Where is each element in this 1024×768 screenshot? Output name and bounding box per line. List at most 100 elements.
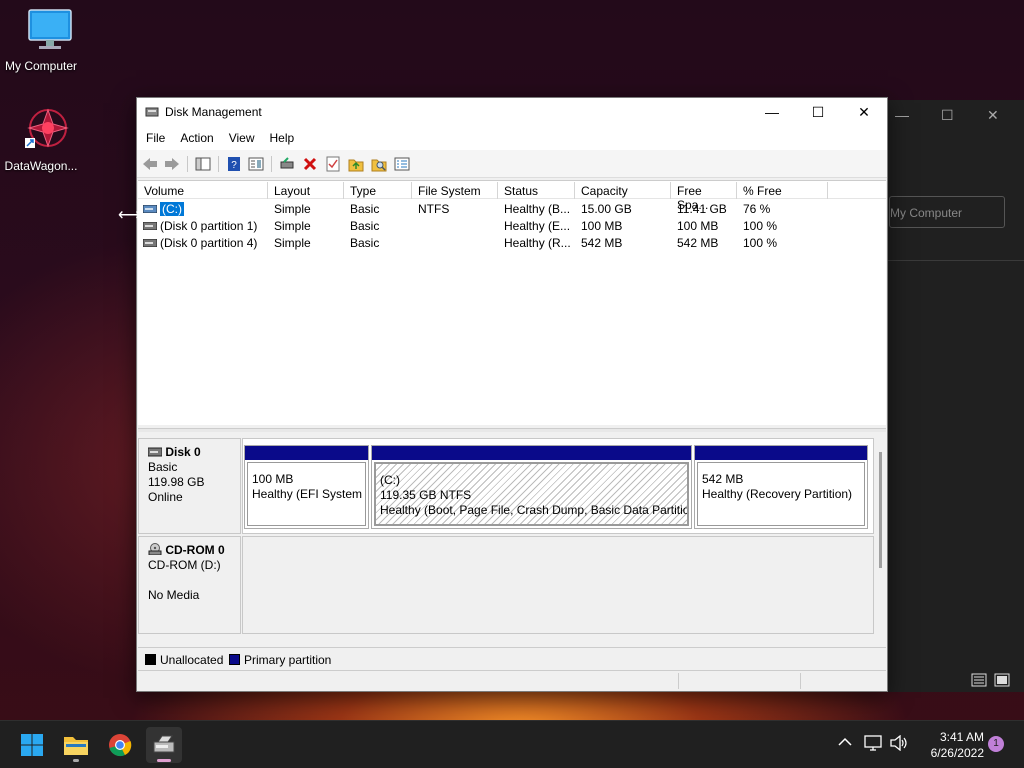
close-button[interactable]: ✕ bbox=[841, 98, 887, 126]
minimize-button[interactable]: — bbox=[895, 107, 909, 123]
column-header-file-system[interactable]: File System bbox=[412, 182, 498, 199]
minimize-button[interactable]: — bbox=[749, 98, 795, 126]
menu-action[interactable]: Action bbox=[174, 126, 219, 145]
desktop-icon-label: My Computer bbox=[4, 59, 78, 73]
menu-view[interactable]: View bbox=[223, 126, 261, 145]
check-icon[interactable] bbox=[324, 155, 342, 173]
svg-text:?: ? bbox=[231, 160, 237, 171]
column-header-free-space[interactable]: Free Spa... bbox=[671, 182, 737, 212]
column-header-type[interactable]: Type bbox=[344, 182, 412, 199]
disk-management-taskbar-icon[interactable] bbox=[146, 727, 182, 763]
table-row[interactable]: (C:) Simple Basic NTFS Healthy (B... 15.… bbox=[138, 201, 886, 218]
partition-c[interactable]: (C:) 119.35 GB NTFS Healthy (Boot, Page … bbox=[371, 445, 692, 529]
column-header-status[interactable]: Status bbox=[498, 182, 575, 199]
toolbar-separator bbox=[187, 156, 188, 172]
partition-status: Healthy (Boot, Page File, Crash Dump, Ba… bbox=[380, 503, 689, 517]
primary-partition-band bbox=[695, 446, 867, 460]
properties-icon[interactable] bbox=[247, 155, 265, 173]
column-header-capacity[interactable]: Capacity bbox=[575, 182, 671, 199]
layout-cell: Simple bbox=[274, 202, 311, 216]
cdrom-0-label[interactable]: CD-ROM 0 CD-ROM (D:) No Media bbox=[138, 536, 241, 634]
menu-help[interactable]: Help bbox=[264, 126, 301, 145]
windows-start-icon[interactable] bbox=[14, 727, 50, 763]
volume-icon[interactable] bbox=[890, 734, 908, 754]
volume-name: (Disk 0 partition 1) bbox=[160, 219, 258, 233]
resize-cursor-icon: ⟷ bbox=[118, 207, 141, 224]
chrome-icon[interactable] bbox=[102, 727, 138, 763]
percent-free-cell: 76 % bbox=[743, 202, 771, 216]
volume-list[interactable]: Volume Layout Type File System Status Ca… bbox=[138, 180, 886, 425]
disk-icon bbox=[147, 447, 163, 457]
background-explorer-window[interactable]: — ☐ ✕ My Computer bbox=[884, 100, 1024, 692]
partition-info: (C:) 119.35 GB NTFS Healthy (Boot, Page … bbox=[374, 462, 689, 526]
title-bar[interactable]: Disk Management — ☐ ✕ bbox=[137, 98, 887, 126]
file-system-cell: NTFS bbox=[418, 202, 450, 216]
status-divider bbox=[678, 673, 679, 689]
status-divider bbox=[800, 673, 801, 689]
disk-0-label[interactable]: Disk 0 Basic 119.98 GB Online bbox=[138, 438, 241, 534]
disk-management-window[interactable]: Disk Management — ☐ ✕ File Action View Help… bbox=[136, 97, 888, 692]
view-buttons bbox=[971, 672, 1010, 691]
legend-primary-partition: Primary partition bbox=[244, 653, 332, 667]
capacity-cell: 542 MB bbox=[581, 236, 623, 250]
disk-state: Online bbox=[148, 490, 183, 504]
delete-icon[interactable] bbox=[301, 155, 319, 173]
network-icon[interactable] bbox=[864, 735, 882, 754]
partition-info: 542 MB Healthy (Recovery Partition) bbox=[697, 462, 865, 526]
forward-arrow-icon[interactable] bbox=[163, 155, 181, 173]
pane-splitter[interactable] bbox=[138, 428, 886, 432]
column-header-layout[interactable]: Layout bbox=[268, 182, 344, 199]
status-cell: Healthy (B... bbox=[504, 202, 571, 216]
connect-icon[interactable] bbox=[278, 155, 296, 173]
column-header-volume[interactable]: Volume bbox=[138, 182, 268, 199]
partition-status: Healthy (Recovery Partition) bbox=[702, 487, 853, 501]
cdrom-0-area bbox=[242, 536, 874, 634]
disk-0-partitions: 100 MB Healthy (EFI System Partition) (C… bbox=[242, 438, 874, 534]
list-icon[interactable] bbox=[393, 155, 411, 173]
maximize-button[interactable]: ☐ bbox=[941, 107, 954, 124]
partition-efi[interactable]: 100 MB Healthy (EFI System Partition) bbox=[244, 445, 369, 529]
cdrom-drive: CD-ROM (D:) bbox=[148, 558, 221, 572]
partition-info: 100 MB Healthy (EFI System Partition) bbox=[247, 462, 366, 526]
desktop-icon-datawagon[interactable]: DataWagon... bbox=[0, 106, 82, 173]
notification-badge[interactable]: 1 bbox=[988, 736, 1004, 752]
type-cell: Basic bbox=[350, 236, 380, 250]
file-explorer-icon[interactable] bbox=[58, 727, 94, 763]
cdrom-media: No Media bbox=[148, 588, 200, 602]
close-button[interactable]: ✕ bbox=[987, 107, 999, 124]
column-header-percent-free[interactable]: % Free bbox=[737, 182, 828, 199]
address-bar[interactable]: My Computer bbox=[889, 196, 1005, 228]
folder-up-icon[interactable] bbox=[347, 155, 365, 173]
table-row[interactable]: (Disk 0 partition 4) Simple Basic Health… bbox=[138, 235, 886, 252]
partition-size: 100 MB bbox=[252, 472, 294, 486]
chevron-up-icon[interactable] bbox=[838, 735, 852, 750]
partition-size: 119.35 GB NTFS bbox=[380, 488, 472, 502]
address-text: My Computer bbox=[890, 206, 963, 220]
cdrom-name: CD-ROM 0 bbox=[165, 543, 225, 557]
graph-scrollbar[interactable] bbox=[876, 434, 886, 646]
percent-free-cell: 100 % bbox=[743, 236, 778, 250]
volume-icon bbox=[143, 205, 157, 213]
disk-graphical-view[interactable]: Disk 0 Basic 119.98 GB Online 100 MB Hea… bbox=[138, 434, 886, 646]
console-tree-icon[interactable] bbox=[194, 155, 212, 173]
scrollbar-thumb[interactable] bbox=[879, 452, 882, 568]
help-icon[interactable]: ? bbox=[225, 155, 243, 173]
free-space-cell: 542 MB bbox=[677, 236, 719, 250]
partition-recovery[interactable]: 542 MB Healthy (Recovery Partition) bbox=[694, 445, 868, 529]
back-arrow-icon[interactable] bbox=[141, 155, 159, 173]
capacity-cell: 15.00 GB bbox=[581, 202, 632, 216]
details-view-icon[interactable] bbox=[971, 672, 987, 688]
primary-partition-band bbox=[245, 446, 368, 460]
menu-file[interactable]: File bbox=[140, 126, 171, 145]
tiles-view-icon[interactable] bbox=[994, 672, 1010, 688]
system-clock[interactable]: 3:41 AM 6/26/2022 bbox=[912, 729, 984, 761]
primary-partition-band bbox=[372, 446, 691, 460]
table-row[interactable]: (Disk 0 partition 1) Simple Basic Health… bbox=[138, 218, 886, 235]
search-folder-icon[interactable] bbox=[370, 155, 388, 173]
desktop-icon-my-computer[interactable]: My Computer bbox=[0, 8, 82, 73]
volume-list-header: Volume Layout Type File System Status Ca… bbox=[138, 182, 886, 212]
volume-name: (Disk 0 partition 4) bbox=[160, 236, 258, 250]
partition-title: (C:) bbox=[380, 473, 400, 487]
active-indicator bbox=[157, 759, 171, 762]
maximize-button[interactable]: ☐ bbox=[795, 98, 841, 126]
